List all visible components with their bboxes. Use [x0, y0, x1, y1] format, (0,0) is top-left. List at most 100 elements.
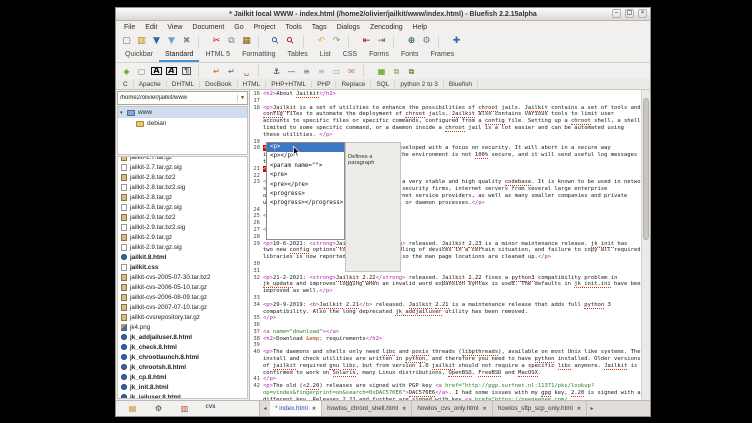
- close-button[interactable]: ×: [638, 9, 647, 18]
- language-tab-docbook[interactable]: DocBook: [200, 81, 237, 88]
- file-item[interactable]: jk_chrootlaunch.8.html: [118, 352, 247, 362]
- file-item[interactable]: jailkit-2.9.tar.bz2.sig: [118, 222, 247, 232]
- insert-image-button[interactable]: ▦: [374, 64, 389, 78]
- undo-button[interactable]: ↶: [314, 35, 329, 49]
- refresh-button[interactable]: ⚙: [151, 402, 166, 416]
- language-tab-php-html[interactable]: PHP+HTML: [266, 81, 312, 88]
- new-document-button[interactable]: ▢: [119, 35, 134, 49]
- menu-project[interactable]: Project: [249, 24, 281, 31]
- document-tab-index-html[interactable]: * index.html✖: [270, 401, 322, 416]
- language-tab-replace[interactable]: Replace: [336, 81, 371, 88]
- tree-item-debian[interactable]: debian: [118, 118, 247, 129]
- close-document-button[interactable]: ✖: [179, 35, 194, 49]
- redo-button[interactable]: ↷: [329, 35, 344, 49]
- title-bar[interactable]: * Jailkit local WWW - index.html (/home2…: [116, 8, 650, 21]
- language-tab-html[interactable]: HTML: [238, 81, 267, 88]
- tabs-scroll-left-icon[interactable]: ◂: [260, 401, 270, 416]
- email-button[interactable]: ✉: [344, 64, 359, 78]
- new-folder-button[interactable]: ▤: [125, 402, 140, 416]
- cut-button[interactable]: ✂: [209, 35, 224, 49]
- paragraph-button[interactable]: ¶: [179, 64, 194, 78]
- file-item[interactable]: jailkit.8.html: [118, 252, 247, 262]
- find-button[interactable]: ⚲: [269, 35, 284, 49]
- file-item[interactable]: jailkit-cvs-2007-07-10.tar.gz: [118, 302, 247, 312]
- menu-document[interactable]: Document: [187, 24, 229, 31]
- htmlbar-tab-css[interactable]: CSS: [337, 50, 363, 62]
- file-item[interactable]: jailkit-2.8.tar.gz: [118, 192, 247, 202]
- close-tab-icon[interactable]: ✖: [577, 406, 581, 412]
- italic-button[interactable]: A: [164, 64, 179, 78]
- expander-icon[interactable]: ▾: [120, 110, 127, 116]
- path-combobox[interactable]: /home2/olivier/jailkit/www ▼: [117, 91, 248, 105]
- thumbnail-button[interactable]: ⧉: [389, 64, 404, 78]
- file-item[interactable]: jailkit.css: [118, 262, 247, 272]
- find-and-replace-button[interactable]: ⚲: [284, 35, 299, 49]
- file-item[interactable]: jailkit-2.8.tar.gz.sig: [118, 202, 247, 212]
- menu-tags[interactable]: Tags: [307, 24, 332, 31]
- file-item[interactable]: jailkit-2.8.tar.bz2.sig: [118, 182, 247, 192]
- language-tab-dhtml[interactable]: DHTML: [167, 81, 200, 88]
- file-item[interactable]: jailkit-2.9.tar.gz.sig: [118, 242, 247, 252]
- htmlbar-tab-html-5[interactable]: HTML 5: [199, 50, 236, 62]
- comment-button[interactable]: ▭: [329, 64, 344, 78]
- file-item[interactable]: jailkit-cvs-2005-07-30.tar.bz2: [118, 272, 247, 282]
- save-as-button[interactable]: ▼: [164, 35, 179, 49]
- menu-file[interactable]: File: [119, 24, 140, 31]
- file-item[interactable]: jk_check.8.html: [118, 342, 247, 352]
- maximize-button[interactable]: ▢: [625, 9, 634, 18]
- menu-zencoding[interactable]: Zencoding: [365, 24, 408, 31]
- save-button[interactable]: ▼: [149, 35, 164, 49]
- file-item[interactable]: jailkit-cvsrepository.tar.gz: [118, 312, 247, 322]
- break-button[interactable]: ↵: [209, 64, 224, 78]
- document-tab-howtos-sftp-scp-only-html[interactable]: howtos_sftp_scp_only.html✖: [493, 401, 587, 416]
- multi-thumbnail-button[interactable]: ⧉: [404, 64, 419, 78]
- navigate-button[interactable]: ✚: [449, 35, 464, 49]
- close-tab-icon[interactable]: ✖: [312, 406, 316, 412]
- language-tab-sql[interactable]: SQL: [371, 81, 395, 88]
- file-item[interactable]: jailkit-cvs-2006-05-10.tar.gz: [118, 282, 247, 292]
- htmlbar-tab-fonts[interactable]: Fonts: [395, 50, 425, 62]
- rule-button[interactable]: —: [284, 64, 299, 78]
- filter-button[interactable]: ▥: [177, 402, 192, 416]
- file-item[interactable]: jailkit-2.9.tar.gz: [118, 232, 247, 242]
- close-tab-icon[interactable]: ✖: [483, 406, 487, 412]
- preview-in-browser-button[interactable]: ⊕: [404, 35, 419, 49]
- code-area[interactable]: 16<h2>About Jailkit</h2>1718<p>Jailkit i…: [250, 90, 641, 400]
- menu-view[interactable]: View: [162, 24, 187, 31]
- file-item[interactable]: jk_jailuser.8.html: [118, 392, 247, 399]
- htmlbar-tab-quickbar[interactable]: Quickbar: [119, 50, 159, 62]
- file-item[interactable]: jk4.png: [118, 322, 247, 332]
- file-item[interactable]: jailkit-2.8.tar.bz2: [118, 172, 247, 182]
- autocomplete-item[interactable]: <pre></pre>: [267, 181, 344, 190]
- menu-help[interactable]: Help: [408, 24, 432, 31]
- tree-item-www[interactable]: ▾www: [118, 107, 247, 118]
- align-right-button[interactable]: ≡: [314, 64, 329, 78]
- file-item[interactable]: jk_chrootsh.8.html: [118, 362, 247, 372]
- copy-button[interactable]: ⧉: [224, 35, 239, 49]
- htmlbar-tab-standard[interactable]: Standard: [159, 50, 199, 62]
- file-item[interactable]: jailkit-2.7.tar.gz.sig: [118, 162, 247, 172]
- menu-edit[interactable]: Edit: [140, 24, 162, 31]
- autocomplete-item[interactable]: <p>: [267, 143, 344, 152]
- language-tab-bluefish[interactable]: Bluefish: [444, 81, 478, 88]
- language-tab-php[interactable]: PHP: [312, 81, 336, 88]
- menu-go[interactable]: Go: [229, 24, 248, 31]
- language-tab-python-2-to-3[interactable]: python 2 to 3: [395, 81, 444, 88]
- center-button[interactable]: ≡: [299, 64, 314, 78]
- versioning-button[interactable]: CVS: [203, 402, 218, 416]
- body-button[interactable]: ▢: [134, 64, 149, 78]
- htmlbar-tab-formatting[interactable]: Formatting: [236, 50, 281, 62]
- minimize-button[interactable]: –: [612, 9, 621, 18]
- language-tab-apache[interactable]: Apache: [134, 81, 167, 88]
- autocomplete-item[interactable]: <param name="">: [267, 162, 344, 171]
- tabs-scroll-right-icon[interactable]: ▸: [587, 401, 597, 416]
- htmlbar-tab-tables[interactable]: Tables: [282, 50, 314, 62]
- non-breaking-space-button[interactable]: ␣: [239, 64, 254, 78]
- scrollbar-thumb[interactable]: [643, 98, 649, 240]
- editor-pane[interactable]: 16<h2>About Jailkit</h2>1718<p>Jailkit i…: [250, 90, 650, 400]
- synchronize-button[interactable]: ⚙: [419, 35, 434, 49]
- indent-button[interactable]: ⇥: [374, 35, 389, 49]
- menu-tools[interactable]: Tools: [280, 24, 306, 31]
- file-item[interactable]: jk_addjailuser.8.html: [118, 332, 247, 342]
- anchor-button[interactable]: ⚓: [269, 64, 284, 78]
